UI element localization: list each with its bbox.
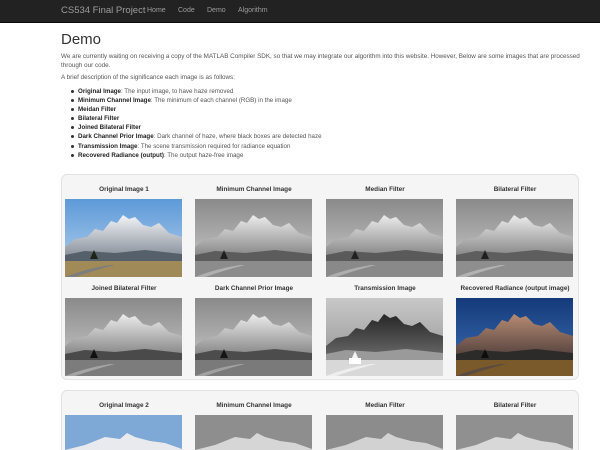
minimum-channel-thumbnail xyxy=(195,199,312,277)
nav-link-demo[interactable]: Demo xyxy=(207,7,226,14)
list-item: Recovered Radiance (output): The output … xyxy=(71,151,322,160)
page-title: Demo xyxy=(61,31,102,48)
list-item-term: Meidan Filter xyxy=(78,106,117,114)
list-item-term: Dark Channel Prior Image xyxy=(78,133,154,141)
list-item-term: Minimum Channel Image xyxy=(78,97,151,105)
list-item: Meidan Filter xyxy=(71,105,322,114)
list-item: Dark Channel Prior Image: Dark channel o… xyxy=(71,132,322,141)
list-item-text: : The output haze-free image xyxy=(163,151,244,159)
list-item-term: Recovered Radiance (output) xyxy=(78,151,164,159)
navbar-brand[interactable]: CS534 Final Project xyxy=(61,5,145,16)
caption-minimum-channel: Minimum Channel Image xyxy=(216,186,292,193)
nav-link-algorithm[interactable]: Algorithm xyxy=(238,7,268,14)
caption-median-filter: Median Filter xyxy=(365,186,405,193)
list-item: Minimum Channel Image: The minimum of ea… xyxy=(71,96,322,105)
original-image-1-thumbnail xyxy=(65,199,182,277)
list-item-text: : Dark channel of haze, where black boxe… xyxy=(153,133,322,141)
image-description-list: Original Image: The input image, to have… xyxy=(71,87,322,160)
caption-bilateral-filter-2: Bilateral Filter xyxy=(493,402,537,409)
joined-bilateral-filter-thumbnail xyxy=(65,298,182,376)
recovered-radiance-thumbnail xyxy=(456,298,573,376)
bilateral-filter-thumbnail xyxy=(456,199,573,277)
nav-link-code[interactable]: Code xyxy=(178,7,195,14)
minimum-channel-2-thumbnail xyxy=(195,415,312,450)
list-item-text: : The input image, to have haze removed xyxy=(120,88,234,95)
brief-description-heading: A brief description of the significance … xyxy=(61,74,235,81)
nav-link-home[interactable]: Home xyxy=(147,7,166,14)
transmission-image-thumbnail xyxy=(326,298,443,376)
list-item-term: Transmission Image xyxy=(78,142,138,150)
list-item: Joined Bilateral Filter xyxy=(71,123,322,132)
caption-median-filter-2: Median Filter xyxy=(365,402,405,409)
caption-original-image-1: Original Image 1 xyxy=(99,186,149,193)
caption-recovered-radiance: Recovered Radiance (output image) xyxy=(460,285,570,292)
bilateral-filter-2-thumbnail xyxy=(456,415,573,450)
dark-channel-prior-thumbnail xyxy=(195,298,312,376)
list-item: Original Image: The input image, to have… xyxy=(71,87,322,96)
caption-dark-channel-prior: Dark Channel Prior Image xyxy=(214,285,294,292)
caption-minimum-channel-2: Minimum Channel Image xyxy=(216,402,292,409)
top-navbar: CS534 Final Project Home Code Demo Algor… xyxy=(0,0,600,23)
list-item-term: Joined Bilateral Filter xyxy=(78,124,141,132)
caption-joined-bilateral-filter: Joined Bilateral Filter xyxy=(91,285,157,292)
caption-bilateral-filter: Bilateral Filter xyxy=(493,186,537,193)
list-item-term: Original Image xyxy=(78,88,121,95)
median-filter-thumbnail xyxy=(326,199,443,277)
list-item-text: : The minimum of each channel (RGB) in t… xyxy=(150,97,292,105)
median-filter-2-thumbnail xyxy=(326,415,443,450)
list-item-text: : The scene transmission required for ra… xyxy=(137,142,291,150)
list-item-term: Bilateral Filter xyxy=(78,115,120,123)
intro-paragraph: We are currently waiting on receiving a … xyxy=(61,53,580,69)
list-item: Transmission Image: The scene transmissi… xyxy=(71,142,322,151)
caption-original-image-2: Original Image 2 xyxy=(99,402,149,409)
list-item: Bilateral Filter xyxy=(71,114,322,123)
caption-transmission-image: Transmission Image xyxy=(354,285,416,292)
original-image-2-thumbnail xyxy=(65,415,182,450)
